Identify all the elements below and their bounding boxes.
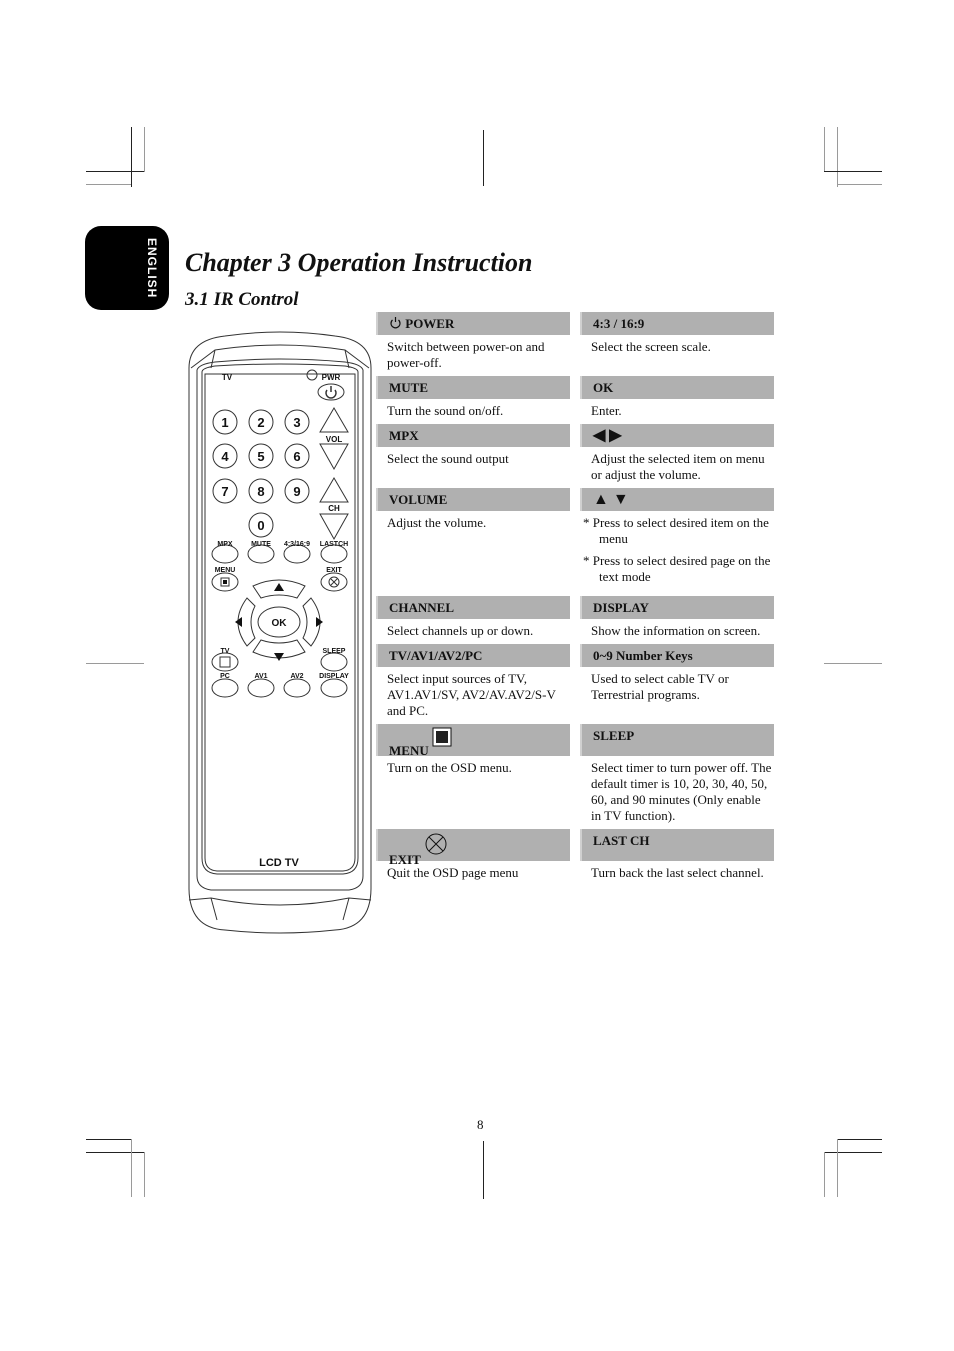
left-right-arrows-icon: ◀ ▶ [580,424,774,447]
table-header-cell: 4:3 / 16:9 [580,312,774,335]
table-desc-cell: Used to select cable TV or Terrestrial p… [591,671,729,702]
table-desc-cell: Select input sources of TV, AV1.AV1/SV, … [387,671,572,718]
table-header-row: CHANNEL DISPLAY [376,596,780,619]
table-desc-cell: Turn back the last select channel. [591,865,764,880]
table-desc-cell: Show the information on screen. [591,623,761,638]
table-header-row: VOLUME ▲ ▼ [376,488,780,511]
bullet-item: * Press to select desired page on the te… [583,553,771,584]
table-desc-cell: Adjust the volume. [387,515,487,530]
language-tab: ENGLISH [85,226,169,310]
table-header-cell: EXIT [376,829,570,867]
table-header-row: TV/AV1/AV2/PC 0~9 Number Keys [376,644,780,667]
remote-label-menu: MENU [215,567,236,574]
table-header-row: EXIT LAST CH [376,829,780,867]
table-header-cell: LAST CH [580,829,774,861]
remote-control-illustration: TV PWR VOL CH MPX MUTE 4:3/16:9 LASTCH M… [188,331,372,934]
digit-key: 3 [293,415,300,430]
table-header-cell: OK [580,376,774,399]
remote-label-exit: EXIT [326,567,342,574]
table-desc-cell: Select the screen scale. [591,339,711,354]
table-header-row: MENU SLEEP [376,724,780,758]
table-header-cell: CHANNEL [376,596,570,619]
remote-label-av2: AV2 [290,673,303,680]
menu-square-icon [432,727,452,747]
table-header-cell: SLEEP [580,724,774,756]
table-row: Turn the sound on/off. Enter. [376,399,780,424]
remote-label-tv-top: TV [222,373,233,382]
table-desc-cell: Adjust the selected item on menu or adju… [591,451,765,482]
table-row: Switch between power-on and power-off. S… [376,335,780,376]
digit-key: 6 [293,449,300,464]
remote-label-vol: VOL [326,435,343,444]
table-row: Select input sources of TV, AV1.AV1/SV, … [376,667,780,724]
chapter-title: Chapter 3 Operation Instruction [185,248,533,277]
table-desc-cell: Turn the sound on/off. [387,403,504,418]
table-header-cell: MENU [376,724,570,758]
table-row: Select the sound output Adjust the selec… [376,447,780,488]
exit-circle-x-icon [425,833,447,855]
table-desc-cell: Select the sound output [387,451,509,466]
table-desc-cell: Turn on the OSD menu. [387,760,512,775]
page-number: 8 [477,1117,484,1132]
digit-key: 2 [257,415,264,430]
table-row: Select channels up or down. Show the inf… [376,619,780,644]
remote-label-mute: MUTE [251,541,271,548]
remote-label-av1: AV1 [254,673,267,680]
bullet-item: * Press to select desired item on the me… [583,515,769,546]
remote-label-ch: CH [328,504,340,513]
digit-key: 7 [221,484,228,499]
table-desc-cell: * Press to select desired item on the me… [580,511,774,596]
up-down-arrows-icon: ▲ ▼ [580,488,774,511]
digit-key: 0 [257,518,264,533]
digit-key: 9 [293,484,300,499]
table-header-cell: MPX [376,424,570,447]
remote-label-scale: 4:3/16:9 [284,541,310,548]
remote-label-pc: PC [220,673,230,680]
remote-label-sleep: SLEEP [323,648,346,655]
table-desc-cell: Enter. [591,403,622,418]
table-header-cell: MUTE [376,376,570,399]
table-desc-cell: Quit the OSD page menu [387,865,519,880]
table-row: Quit the OSD page menu Turn back the las… [376,861,780,886]
power-icon [390,317,401,329]
language-label: ENGLISH [145,238,159,299]
function-table: POWER 4:3 / 16:9 Switch between power-on… [376,312,780,886]
table-header-row: POWER 4:3 / 16:9 [376,312,780,335]
digit-key: 1 [221,415,228,430]
table-row: Turn on the OSD menu. Select timer to tu… [376,756,780,829]
table-header-cell: VOLUME [376,488,570,511]
table-header-cell: POWER [376,312,570,335]
remote-brand: LCD TV [259,857,299,869]
remote-label-display: DISPLAY [319,673,349,680]
table-header-cell: 0~9 Number Keys [580,644,774,667]
remote-label-lastch: LASTCH [320,541,348,548]
remote-label-mpx: MPX [217,541,233,548]
table-header-row: MPX ◀ ▶ [376,424,780,447]
table-desc-cell: Select channels up or down. [387,623,534,638]
table-desc-cell: Switch between power-on and power-off. [387,339,545,370]
section-title: 3.1 IR Control [185,289,299,310]
remote-label-pwr: PWR [322,373,341,382]
table-desc-cell: Select timer to turn power off. The defa… [591,760,772,823]
digit-key: 4 [221,449,229,464]
digit-key: 5 [257,449,264,464]
remote-label-ok: OK [272,618,288,629]
table-row: Adjust the volume. * Press to select des… [376,511,780,596]
table-header-row: MUTE OK [376,376,780,399]
remote-label-tv: TV [221,648,230,655]
table-header-cell: DISPLAY [580,596,774,619]
digit-key: 8 [257,484,264,499]
table-header-cell: TV/AV1/AV2/PC [376,644,570,667]
